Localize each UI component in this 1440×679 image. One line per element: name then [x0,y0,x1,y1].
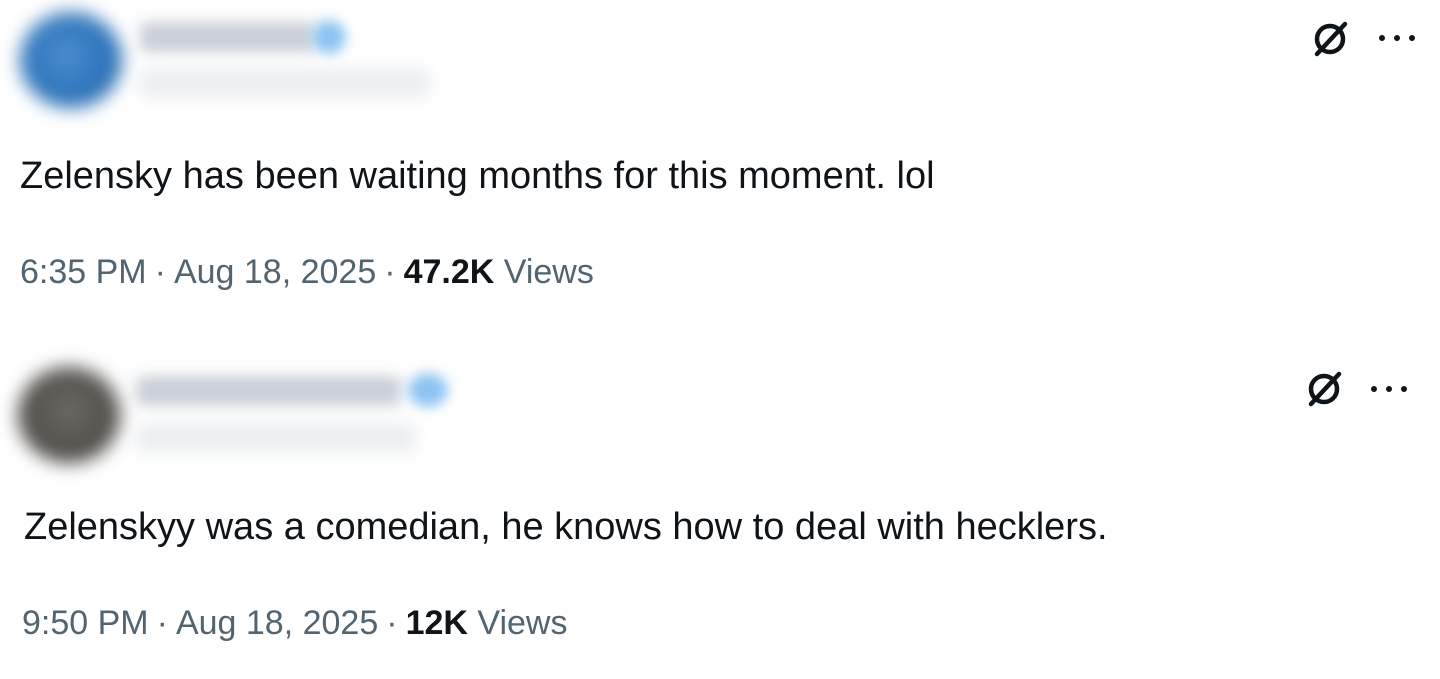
tweet-time[interactable]: 6:35 PM [20,253,147,291]
tweet[interactable]: Zelensky has been waiting months for thi… [0,0,1440,340]
tweet-date[interactable]: Aug 18, 2025 [176,604,378,642]
author-handle-redacted[interactable] [140,68,430,98]
separator: · [154,253,166,291]
author-name-redacted[interactable] [136,376,401,406]
grok-icon[interactable] [1308,17,1352,61]
views-count[interactable]: 47.2K [404,253,495,291]
views-count[interactable]: 12K [406,604,468,642]
separator: · [156,604,168,642]
author-handle-redacted[interactable] [136,423,416,453]
views-label: Views [477,604,568,642]
tweet-time[interactable]: 9:50 PM [22,604,149,642]
separator: · [384,253,396,291]
more-options-icon[interactable] [1379,32,1415,44]
avatar[interactable] [18,367,120,463]
views-label: Views [503,253,594,291]
avatar[interactable] [20,12,122,108]
tweet-text: Zelensky has been waiting months for thi… [20,155,935,197]
author-name-redacted[interactable] [140,22,315,52]
verified-badge-icon [312,20,346,54]
separator: · [386,604,398,642]
verified-badge-icon [408,373,448,407]
tweet-meta: 6:35 PM · Aug 18, 2025 · 47.2K Views [20,252,594,292]
tweet-meta: 9:50 PM · Aug 18, 2025 · 12K Views [22,603,568,643]
grok-icon[interactable] [1302,367,1346,411]
tweet-text: Zelenskyy was a comedian, he knows how t… [24,506,1108,548]
more-options-icon[interactable] [1371,383,1407,395]
tweet-date[interactable]: Aug 18, 2025 [174,253,376,291]
tweet[interactable]: Zelenskyy was a comedian, he knows how t… [0,355,1440,679]
